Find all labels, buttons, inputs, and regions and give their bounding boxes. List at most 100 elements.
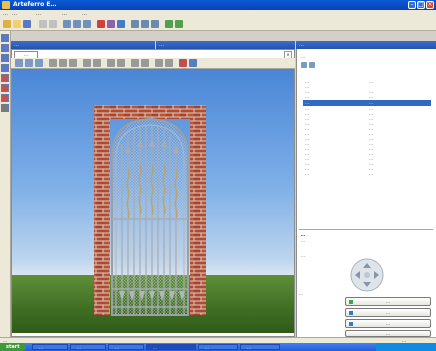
grid-icon[interactable] <box>165 59 173 67</box>
rotate-icon[interactable] <box>131 59 139 67</box>
navigation-pad[interactable] <box>347 257 387 293</box>
action-button-1[interactable]: … <box>345 297 431 306</box>
action-button-2[interactable]: … <box>345 308 431 317</box>
action-icon <box>349 322 353 326</box>
view-panel-title: … <box>159 42 164 48</box>
minimize-button[interactable]: – <box>408 1 416 9</box>
align-left-icon[interactable] <box>49 59 57 67</box>
tool-ring-icon[interactable] <box>1 94 9 102</box>
property-label: … <box>305 171 309 176</box>
designer-panel-header: … <box>11 41 155 49</box>
property-label: … <box>305 94 309 99</box>
property-value[interactable]: … <box>369 94 373 99</box>
draw-arc-icon[interactable] <box>35 59 43 67</box>
ungroup-icon[interactable] <box>155 59 163 67</box>
action-icon <box>349 311 353 315</box>
app-icon <box>2 1 10 9</box>
left-tool-strip <box>0 31 11 337</box>
task-button-active[interactable]: … <box>146 344 196 350</box>
menu-bar: … … … … … <box>0 10 436 18</box>
draw-line-icon[interactable] <box>15 59 23 67</box>
menu-tools[interactable]: … <box>62 11 67 17</box>
gate-render <box>94 105 206 316</box>
properties-section-label: … <box>301 54 305 59</box>
group-icon[interactable] <box>141 59 149 67</box>
mirror-h-icon[interactable] <box>107 59 115 67</box>
tool-spike-icon[interactable] <box>1 84 9 92</box>
render-icon[interactable] <box>107 20 115 28</box>
sort-alpha-icon[interactable] <box>309 62 315 68</box>
distribute-h-icon[interactable] <box>83 59 91 67</box>
action-icon <box>349 300 353 304</box>
export-icon[interactable] <box>175 20 183 28</box>
tool-curve-icon[interactable] <box>1 64 9 72</box>
selected-row-highlight <box>303 100 431 106</box>
zoom-out-icon[interactable] <box>141 20 149 28</box>
tool-bar-icon[interactable] <box>1 54 9 62</box>
delete-icon[interactable] <box>97 20 105 28</box>
property-value[interactable]: … <box>369 100 373 105</box>
align-right-icon[interactable] <box>69 59 77 67</box>
menu-help[interactable]: … <box>82 11 87 17</box>
window-title: Arteferro E… <box>13 1 57 8</box>
task-button[interactable]: … <box>240 344 280 350</box>
taskbar: start … … … … … … <box>0 343 436 351</box>
property-value[interactable]: … <box>369 79 373 84</box>
properties-panel-header: … <box>296 41 436 49</box>
task-button[interactable]: … <box>108 344 144 350</box>
property-grid: … … … … … … … … … … … … … … … … … … … … … <box>297 71 436 191</box>
tool-ornament-icon[interactable] <box>1 74 9 82</box>
system-tray <box>376 343 436 351</box>
drawing-toolbar <box>11 58 295 69</box>
navigation-label: … <box>301 253 305 258</box>
brick-lintel <box>94 105 206 119</box>
description-text: … <box>301 238 305 243</box>
menu-edit[interactable]: … <box>12 11 17 17</box>
paste-icon[interactable] <box>83 20 91 28</box>
open-icon[interactable] <box>13 20 21 28</box>
start-button[interactable]: start <box>0 343 26 351</box>
redo-icon[interactable] <box>49 20 57 28</box>
bottom-tab[interactable]: … <box>299 291 319 297</box>
new-icon[interactable] <box>3 20 11 28</box>
close-button[interactable]: × <box>426 1 434 9</box>
task-button[interactable]: … <box>198 344 238 350</box>
maximize-button[interactable]: □ <box>417 1 425 9</box>
description-title: … <box>301 232 305 237</box>
fit-view-icon[interactable] <box>189 59 197 67</box>
zoom-in-icon[interactable] <box>131 20 139 28</box>
sort-category-icon[interactable] <box>301 62 307 68</box>
render-canvas[interactable] <box>12 69 294 333</box>
action-button-3[interactable]: … <box>345 319 431 328</box>
menu-file[interactable]: … <box>3 11 8 17</box>
view-panel-header: … <box>156 41 295 49</box>
task-button[interactable]: … <box>32 344 68 350</box>
properties-panel: … … … … … … … … … … … … … … … … … … … … … <box>296 49 436 337</box>
app-window: Arteferro E… – □ × … … … … … … … … × … …… <box>0 0 436 351</box>
tool-brush-icon[interactable] <box>1 104 9 112</box>
save-icon[interactable] <box>23 20 31 28</box>
copy-icon[interactable] <box>73 20 81 28</box>
title-bar[interactable]: Arteferro E… – □ × <box>0 0 436 10</box>
mirror-v-icon[interactable] <box>117 59 125 67</box>
zoom-fit-icon[interactable] <box>151 20 159 28</box>
property-value[interactable]: … <box>369 171 373 176</box>
distribute-v-icon[interactable] <box>93 59 101 67</box>
menu-view[interactable]: … <box>36 11 41 17</box>
brick-pillar-left <box>94 105 110 315</box>
draw-rect-icon[interactable] <box>25 59 33 67</box>
designer-panel-title: … <box>14 42 19 48</box>
cut-icon[interactable] <box>63 20 71 28</box>
undo-icon[interactable] <box>39 20 47 28</box>
align-center-icon[interactable] <box>59 59 67 67</box>
properties-panel-title: … <box>299 42 304 48</box>
stop-icon[interactable] <box>179 59 187 67</box>
print-icon[interactable] <box>117 20 125 28</box>
action-button-4[interactable]: … <box>345 330 431 337</box>
brick-pillar-right <box>190 105 206 315</box>
image-icon[interactable] <box>165 20 173 28</box>
tool-frame-icon[interactable] <box>1 44 9 52</box>
property-label: … <box>305 100 309 105</box>
tool-select-icon[interactable] <box>1 34 9 42</box>
task-button[interactable]: … <box>70 344 106 350</box>
